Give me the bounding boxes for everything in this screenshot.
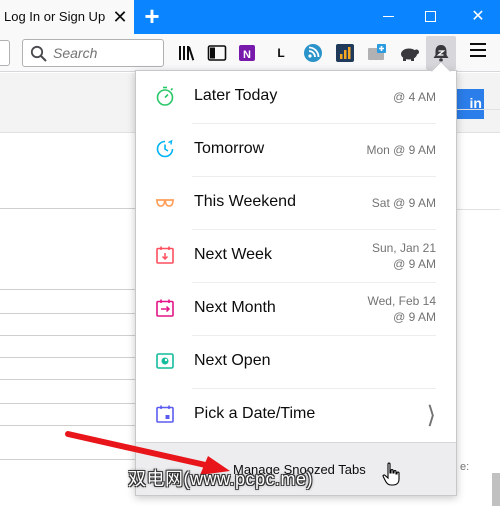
chevron-right-icon: ⟩ [426, 402, 436, 429]
option-time-date: Wed, Feb 14 [367, 294, 436, 308]
sidebar-icon[interactable] [206, 42, 228, 64]
screenshot-icon[interactable] [366, 42, 388, 64]
clock-icon [156, 139, 174, 158]
option-time-hour: @ 9 AM [393, 310, 436, 324]
search-icon [30, 45, 47, 62]
tab-title: Log In or Sign Up [4, 9, 106, 24]
tab-close-icon[interactable]: ✕ [110, 6, 130, 28]
nav-toolbar: ▾ N L [0, 34, 500, 72]
svg-text:N: N [243, 49, 251, 61]
snooze-option-tomorrow[interactable]: Tomorrow Mon @ 9 AM [136, 124, 456, 177]
search-input[interactable] [53, 42, 159, 64]
option-time: Sat @ 9 AM [371, 196, 436, 210]
option-time: Mon @ 9 AM [366, 143, 436, 157]
onenote-icon[interactable]: N [236, 42, 258, 64]
option-time: Wed, Feb 14 @ 9 AM [368, 293, 436, 325]
menu-hamburger-icon[interactable] [470, 43, 486, 61]
option-time: Sun, Jan 21 @ 9 AM [372, 240, 436, 272]
close-window-button[interactable]: ✕ [466, 6, 490, 28]
calendar-down-icon [156, 246, 174, 264]
scrollbar[interactable] [492, 473, 500, 506]
snooze-option-next-week[interactable]: Next Week Sun, Jan 21 @ 9 AM [136, 230, 456, 283]
page-divider [456, 209, 500, 210]
option-time: @ 4 AM [393, 90, 436, 104]
page-partial-text: e: [460, 461, 470, 473]
maximize-button[interactable] [418, 6, 442, 28]
browser-open-icon [156, 353, 174, 369]
calendar-pick-icon [156, 405, 174, 423]
library-icon[interactable] [176, 42, 198, 64]
search-box[interactable] [22, 39, 164, 67]
lastpass-icon[interactable]: L [270, 42, 292, 64]
calendar-next-icon [156, 299, 174, 317]
option-time-hour: @ 9 AM [393, 257, 436, 271]
minimize-icon [382, 16, 394, 18]
hand-cursor-icon [382, 462, 400, 486]
feed-icon[interactable] [302, 42, 324, 64]
snooze-option-next-month[interactable]: Next Month Wed, Feb 14 @ 9 AM [136, 283, 456, 336]
option-label: Tomorrow [194, 140, 265, 157]
snooze-option-later-today[interactable]: Later Today @ 4 AM [136, 71, 456, 124]
back-button[interactable]: ▾ [0, 40, 10, 66]
turtle-icon[interactable] [398, 42, 420, 64]
option-label: Next Open [194, 352, 271, 369]
tab-strip: Log In or Sign Up ✕ + ✕ [0, 0, 500, 34]
page-divider [456, 109, 500, 110]
sunglasses-icon [156, 199, 174, 207]
snooze-option-next-open[interactable]: Next Open [136, 336, 456, 389]
snooze-option-this-weekend[interactable]: This Weekend Sat @ 9 AM [136, 177, 456, 230]
option-label: Next Month [194, 299, 276, 316]
option-time-date: Sun, Jan 21 [371, 241, 436, 255]
snooze-bell-icon [433, 45, 449, 62]
option-label: Next Week [194, 246, 272, 263]
option-label: This Weekend [194, 193, 296, 210]
minimize-button[interactable] [376, 6, 400, 28]
option-label: Later Today [194, 87, 278, 104]
option-label: Pick a Date/Time [194, 405, 316, 422]
new-tab-button[interactable]: + [140, 3, 164, 30]
tab-login[interactable]: Log In or Sign Up ✕ [0, 0, 134, 34]
analytics-icon[interactable] [334, 42, 356, 64]
watermark-text: 双电网(www.pcpc.me) [128, 469, 314, 489]
maximize-icon [424, 11, 436, 23]
stopwatch-icon [156, 86, 174, 106]
